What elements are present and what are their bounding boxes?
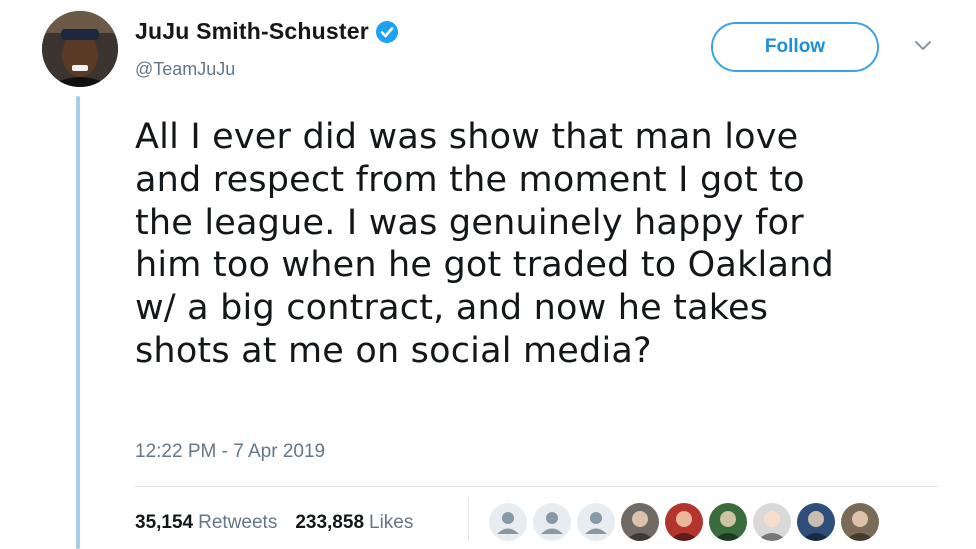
tweet-text-line: shots at me on social media? <box>135 330 652 371</box>
tweet-text: All I ever did was show that man love an… <box>135 116 935 373</box>
tweet-text-line: the league. I was genuinely happy for <box>135 202 804 243</box>
author-avatar[interactable] <box>42 11 118 87</box>
tweet-text-line: w/ a big contract, and now he takes <box>135 288 769 329</box>
stats-divider <box>135 486 938 487</box>
liker-avatar[interactable] <box>621 503 659 541</box>
default-avatar-icon <box>497 512 519 534</box>
author-name-row: JuJu Smith-Schuster <box>135 18 399 45</box>
follow-button[interactable]: Follow <box>711 22 879 72</box>
tweet-text-line: All I ever did was show that man love <box>135 117 799 157</box>
author-handle[interactable]: @TeamJuJu <box>135 59 235 80</box>
photo-avatar-icon <box>757 511 787 541</box>
like-label[interactable]: Likes <box>369 512 413 534</box>
liker-avatar[interactable] <box>533 503 571 541</box>
chevron-down-icon[interactable] <box>912 38 934 54</box>
verified-badge-icon <box>375 20 398 43</box>
thread-line <box>76 96 80 549</box>
liker-avatar[interactable] <box>797 503 835 541</box>
liker-avatar[interactable] <box>577 503 615 541</box>
like-count[interactable]: 233,858 <box>295 512 364 534</box>
stats-vertical-divider <box>468 497 469 541</box>
liker-avatar[interactable] <box>489 503 527 541</box>
tweet-text-line: and respect from the moment I got to <box>135 159 805 200</box>
retweet-count[interactable]: 35,154 <box>135 512 193 534</box>
photo-avatar-icon <box>801 511 831 541</box>
photo-avatar-icon <box>845 511 875 541</box>
photo-avatar-icon <box>713 511 743 541</box>
avatar-photo-icon <box>42 11 118 87</box>
liker-avatars <box>489 503 885 541</box>
tweet-timestamp[interactable]: 12:22 PM - 7 Apr 2019 <box>135 441 325 463</box>
liker-avatar[interactable] <box>709 503 747 541</box>
author-display-name[interactable]: JuJu Smith-Schuster <box>135 18 369 45</box>
default-avatar-icon <box>585 512 607 534</box>
photo-avatar-icon <box>669 511 699 541</box>
tweet-stats: 35,154 Retweets 233,858 Likes <box>135 512 413 534</box>
liker-avatar[interactable] <box>665 503 703 541</box>
liker-avatar[interactable] <box>753 503 791 541</box>
tweet-text-line: him too when he got traded to Oakland <box>135 245 834 286</box>
default-avatar-icon <box>541 512 563 534</box>
retweet-label[interactable]: Retweets <box>198 512 277 534</box>
liker-avatar[interactable] <box>841 503 879 541</box>
photo-avatar-icon <box>625 511 655 541</box>
